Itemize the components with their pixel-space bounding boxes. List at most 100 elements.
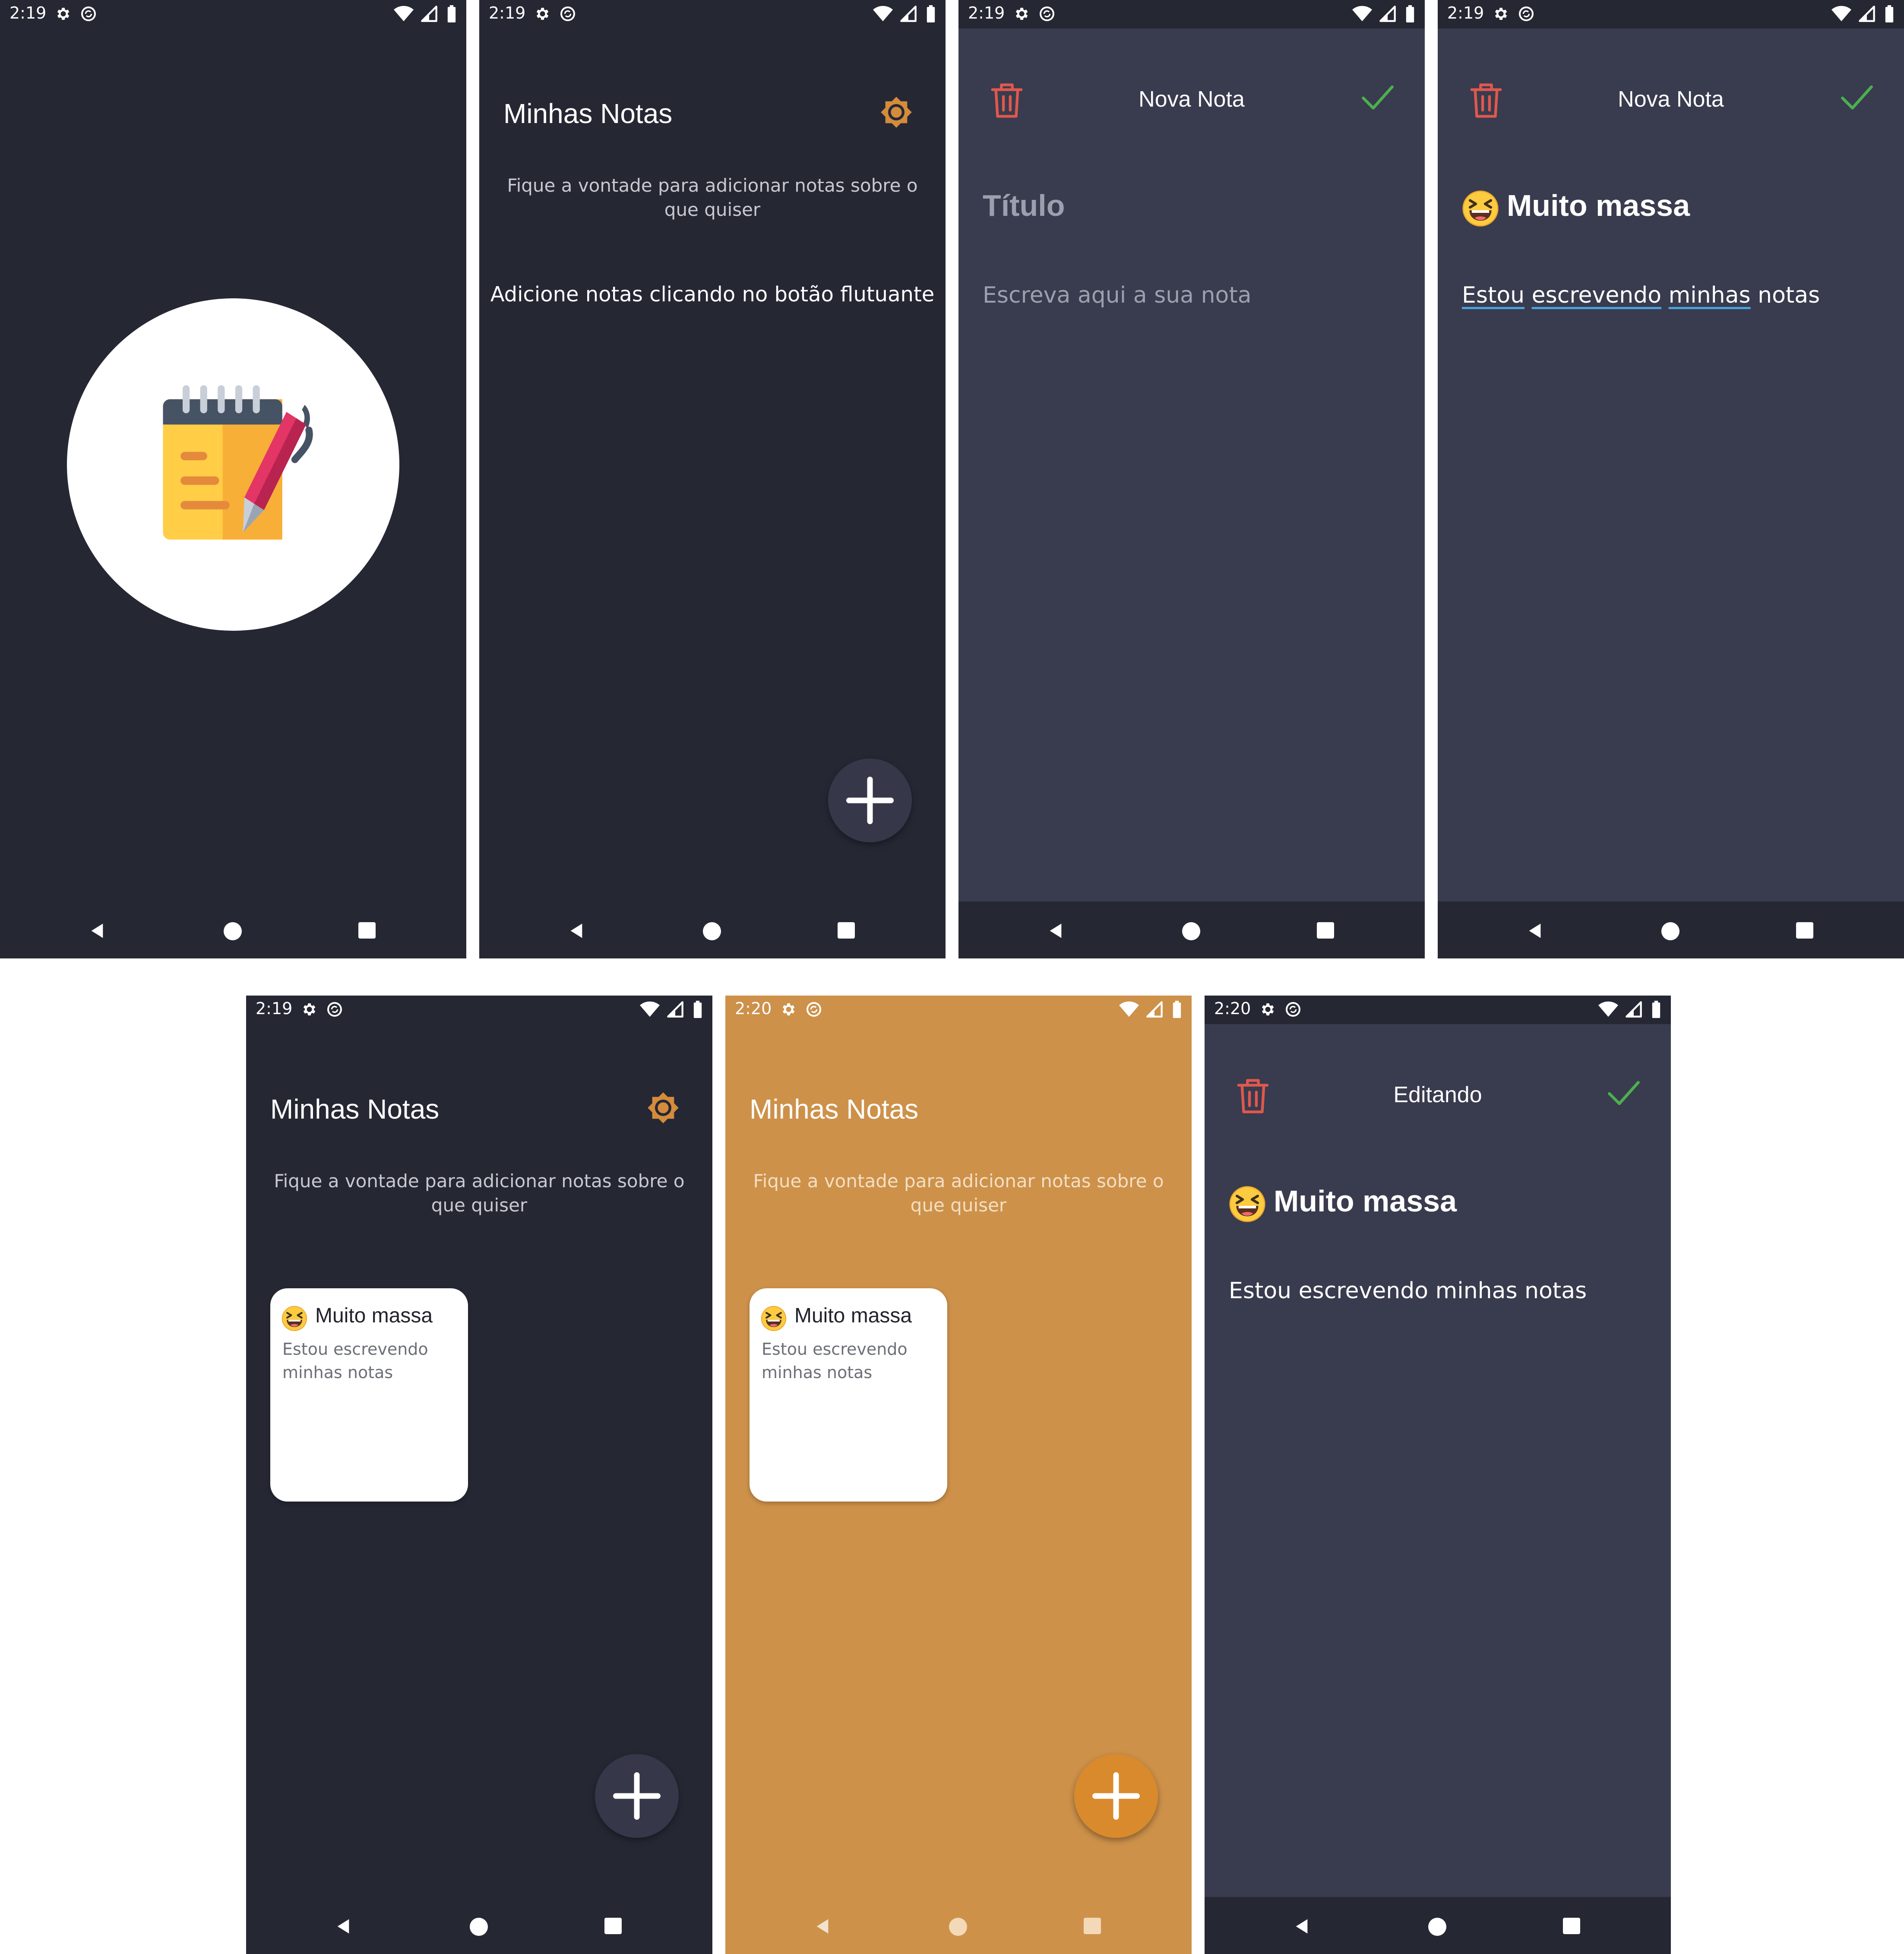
status-bar: 2:19 xyxy=(479,0,946,28)
add-note-button[interactable] xyxy=(1074,1754,1158,1838)
status-time: 2:19 xyxy=(489,3,526,22)
back-icon[interactable] xyxy=(335,1918,352,1935)
back-icon[interactable] xyxy=(1293,1918,1310,1935)
battery-icon xyxy=(693,1001,703,1018)
sync-icon xyxy=(1518,5,1535,22)
laughing-face-emoji-icon xyxy=(761,1306,787,1331)
home-icon[interactable] xyxy=(1428,1918,1446,1936)
laughing-face-emoji-icon xyxy=(281,1306,307,1331)
body-word: notas xyxy=(1758,282,1820,308)
recent-apps-icon[interactable] xyxy=(604,1918,622,1934)
check-icon[interactable] xyxy=(1840,85,1874,111)
note-card[interactable]: Muito massa Estou escrevendo minhas nota… xyxy=(750,1288,947,1502)
status-time: 2:19 xyxy=(1447,3,1484,22)
home-icon[interactable] xyxy=(1182,922,1200,940)
plus-icon xyxy=(595,1754,679,1838)
back-icon[interactable] xyxy=(89,922,106,939)
navigation-bar xyxy=(1438,901,1904,958)
recent-apps-icon[interactable] xyxy=(838,922,855,939)
signal-icon xyxy=(421,5,438,22)
sync-icon xyxy=(805,1001,822,1018)
signal-icon xyxy=(1625,1001,1642,1018)
navigation-bar xyxy=(725,1897,1192,1954)
status-time: 2:19 xyxy=(968,3,1005,22)
status-bar: 2:19 xyxy=(958,0,1425,28)
sun-icon[interactable] xyxy=(880,96,913,129)
home-icon[interactable] xyxy=(470,1918,488,1936)
plus-icon xyxy=(828,759,912,842)
recent-apps-icon[interactable] xyxy=(1317,922,1334,939)
home-icon[interactable] xyxy=(224,922,242,940)
new-note-screen: 2:19 Nova Nota Título Escreva aqui a sua… xyxy=(958,0,1425,958)
new-note-filled-screen: 2:19 Nova Nota Muito massa Estou escreve… xyxy=(1438,0,1904,958)
signal-icon xyxy=(1146,1001,1163,1018)
status-bar: 2:19 xyxy=(246,996,712,1024)
sync-icon xyxy=(1038,5,1056,22)
notes-list-empty-screen: 2:19 Minhas Notas Fique a vontade para a… xyxy=(479,0,946,958)
title-input[interactable]: Título xyxy=(983,188,1065,223)
battery-icon xyxy=(1651,1001,1661,1018)
battery-icon xyxy=(1172,1001,1182,1018)
wifi-icon xyxy=(394,5,414,22)
battery-icon xyxy=(1405,5,1415,22)
notepad-pen-icon xyxy=(149,376,317,549)
recent-apps-icon[interactable] xyxy=(1563,1918,1580,1934)
note-body-input[interactable]: Escreva aqui a sua nota xyxy=(983,282,1252,308)
note-body-input[interactable]: Estou escrevendo minhas notas xyxy=(1462,282,1820,308)
note-body-input[interactable]: Estou escrevendo minhas notas xyxy=(1229,1278,1587,1304)
navigation-bar xyxy=(958,901,1425,958)
editor-header-title: Nova Nota xyxy=(1618,87,1724,112)
check-icon[interactable] xyxy=(1607,1080,1641,1107)
wifi-icon xyxy=(1831,5,1851,22)
home-icon[interactable] xyxy=(1661,922,1679,940)
home-icon[interactable] xyxy=(703,922,721,940)
note-card[interactable]: Muito massa Estou escrevendo minhas nota… xyxy=(270,1288,468,1502)
settings-icon xyxy=(1012,5,1030,22)
sync-icon xyxy=(80,5,97,22)
back-icon[interactable] xyxy=(1526,922,1543,939)
page-subtitle: Fique a vontade para adicionar notas sob… xyxy=(274,1170,685,1216)
back-icon[interactable] xyxy=(568,922,585,939)
status-bar: 2:19 xyxy=(1438,0,1904,28)
edit-note-screen: 2:20 Editando Muito massa Estou escreven… xyxy=(1205,996,1671,1954)
status-time: 2:19 xyxy=(9,3,47,22)
sync-icon xyxy=(1284,1001,1302,1018)
wifi-icon xyxy=(640,1001,660,1018)
settings-icon xyxy=(54,5,71,22)
editor-header-title: Editando xyxy=(1393,1082,1482,1107)
home-icon[interactable] xyxy=(949,1918,967,1936)
note-card-body: Estou escrevendo minhas notas xyxy=(282,1340,428,1382)
editor-header-title: Nova Nota xyxy=(1139,87,1245,112)
status-time: 2:19 xyxy=(256,999,293,1018)
settings-icon xyxy=(1259,1001,1276,1018)
navigation-bar xyxy=(246,1897,712,1954)
splash-screen: 2:19 xyxy=(0,0,466,958)
recent-apps-icon[interactable] xyxy=(358,922,376,939)
status-bar: 2:20 xyxy=(1205,996,1671,1024)
recent-apps-icon[interactable] xyxy=(1084,1918,1101,1934)
spellcheck-word: Estou xyxy=(1462,282,1525,308)
settings-icon xyxy=(300,1001,317,1018)
moon-icon[interactable] xyxy=(1126,1091,1159,1124)
status-bar: 2:19 xyxy=(0,0,466,28)
wifi-icon xyxy=(1119,1001,1139,1018)
back-icon[interactable] xyxy=(814,1918,831,1935)
battery-icon xyxy=(446,5,457,22)
title-input[interactable]: Muito massa xyxy=(1507,188,1690,223)
page-subtitle: Fique a vontade para adicionar notas sob… xyxy=(507,175,918,220)
add-note-button[interactable] xyxy=(595,1754,679,1838)
settings-icon xyxy=(533,5,550,22)
title-input[interactable]: Muito massa xyxy=(1274,1184,1457,1218)
empty-state-message: Adicione notas clicando no botão flutuan… xyxy=(490,282,935,307)
sun-icon[interactable] xyxy=(647,1091,680,1124)
recent-apps-icon[interactable] xyxy=(1796,922,1813,939)
settings-icon xyxy=(1492,5,1509,22)
note-card-title: Muito massa xyxy=(794,1304,912,1327)
plus-icon xyxy=(1074,1754,1158,1838)
back-icon[interactable] xyxy=(1047,922,1064,939)
add-note-button[interactable] xyxy=(828,759,912,842)
check-icon[interactable] xyxy=(1361,85,1395,111)
battery-icon xyxy=(1884,5,1895,22)
laughing-face-emoji-icon xyxy=(1462,190,1499,227)
navigation-bar xyxy=(479,901,946,958)
